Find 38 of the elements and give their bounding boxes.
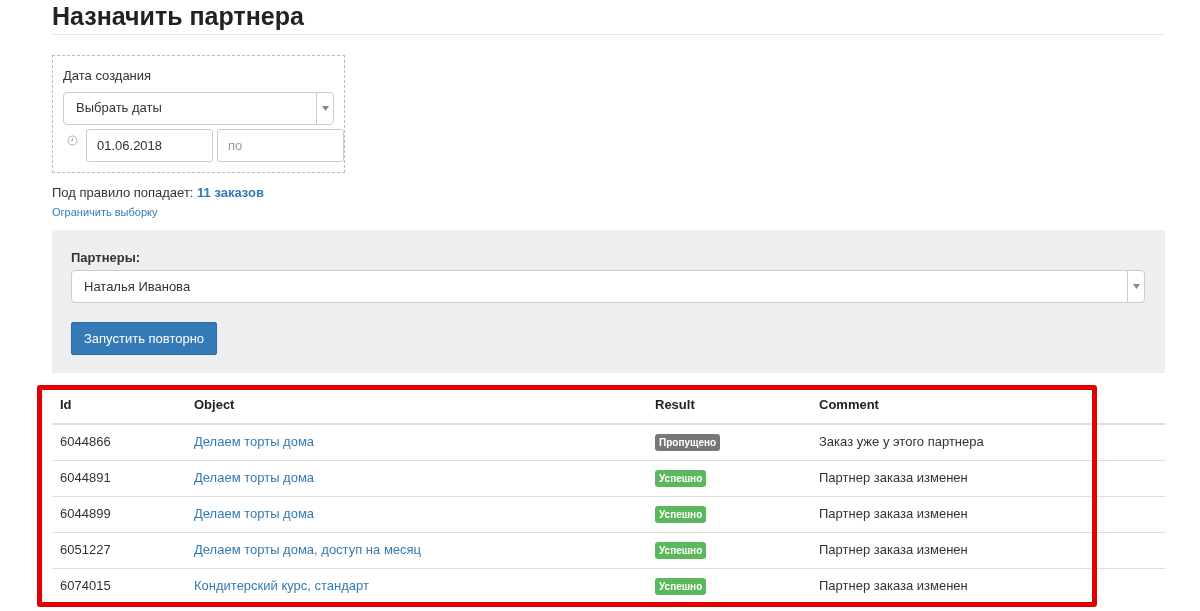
comment-cell: Партнер заказа изменен	[811, 532, 1165, 568]
partners-label: Партнеры:	[71, 248, 142, 267]
id-cell: 6074015	[52, 568, 186, 604]
comment-cell: Партнер заказа изменен	[811, 460, 1165, 496]
date-from-field[interactable]: 01.06.2018	[86, 128, 213, 162]
comment-cell: Заказ уже у этого партнера	[811, 424, 1165, 460]
limit-selection-link[interactable]: Ограничить выборку	[52, 204, 158, 221]
column-header: Result	[647, 387, 811, 424]
page-title: Назначить партнера	[52, 1, 304, 32]
caret-icon	[321, 105, 329, 111]
date-to-field[interactable]: по	[217, 128, 344, 162]
object-link[interactable]: Делаем торты дома	[194, 506, 315, 521]
filter-label: Дата создания	[63, 67, 152, 85]
status-label: Успешно	[655, 578, 707, 596]
id-cell: 6044899	[52, 496, 186, 532]
object-link[interactable]: Делаем торты дома	[194, 434, 315, 450]
column-header: Comment	[811, 387, 1165, 424]
column-header: Object	[186, 387, 647, 424]
id-cell: 6044891	[52, 460, 186, 496]
status-label: Успешно	[655, 506, 707, 523]
object-link[interactable]: Делаем торты дома, доступ на месяц	[194, 542, 422, 557]
comment-cell: Партнер заказа изменен	[811, 496, 1165, 532]
clock-icon	[67, 134, 78, 146]
status-label: Успешно	[655, 542, 707, 559]
status-label: Пропущено	[655, 434, 721, 452]
restart-button[interactable]: Запустить повторно	[71, 322, 218, 355]
comment-cell: Партнер заказа изменен	[811, 568, 1165, 604]
id-cell: 6051227	[52, 532, 186, 568]
id-cell: 6044866	[52, 424, 186, 460]
object-link[interactable]: Кондитерский курс, стандарт	[194, 578, 369, 594]
summary-text: Под правило попадает:	[52, 184, 195, 200]
caret-icon	[1132, 284, 1140, 289]
status-label: Успешно	[655, 470, 707, 487]
partner-select[interactable]: Наталья Иванова	[71, 270, 1145, 303]
object-link[interactable]: Делаем торты дома	[194, 470, 315, 485]
date-select[interactable]: Выбрать даты	[63, 91, 334, 125]
orders-count-link[interactable]: 11 заказов	[197, 184, 264, 200]
column-header: Id	[52, 387, 186, 424]
